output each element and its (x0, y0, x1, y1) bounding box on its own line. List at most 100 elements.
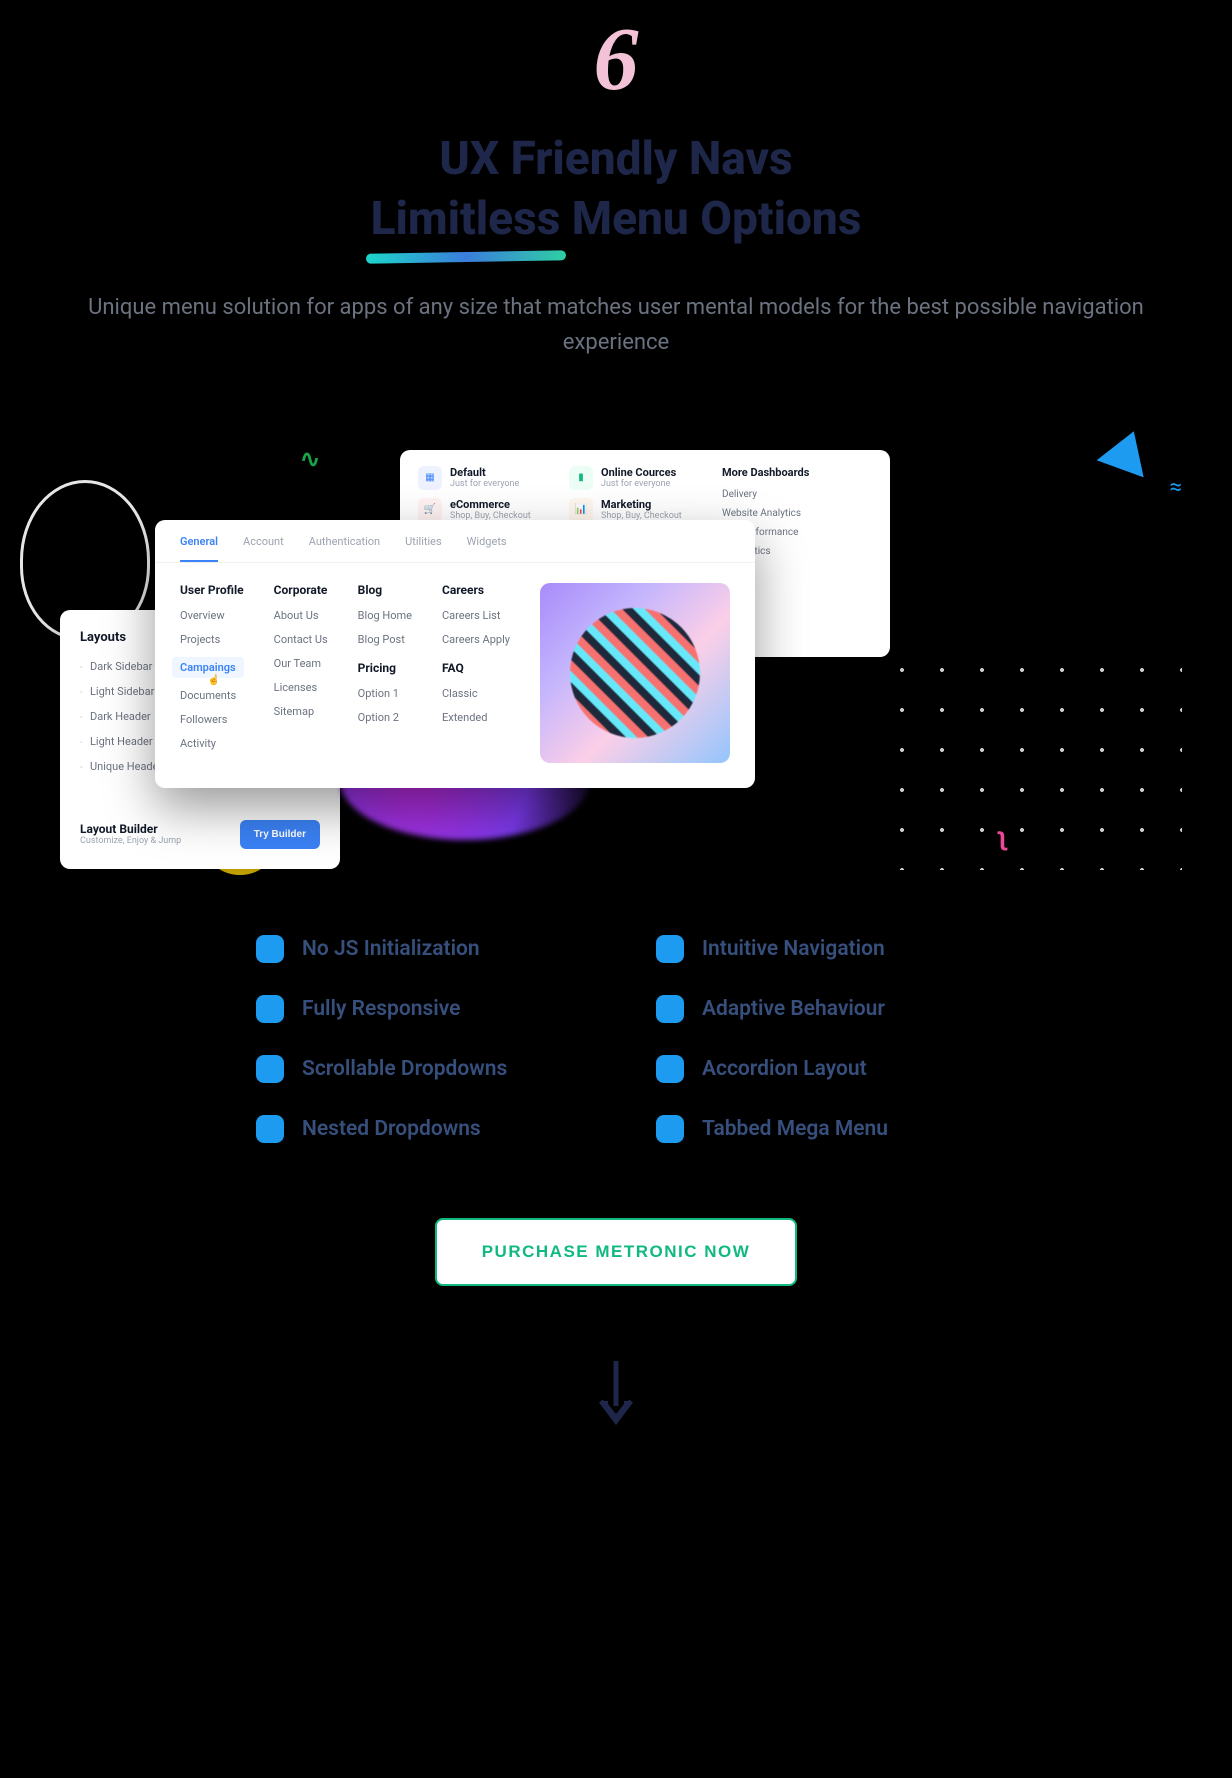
feature-item: No JS Initialization (256, 935, 576, 963)
hero-title-line1: UX Friendly Navs (0, 130, 1232, 190)
col-title: Corporate (274, 583, 328, 597)
dashboard-item-sub: Just for everyone (450, 479, 519, 489)
squiggle-green-decoration (300, 445, 330, 465)
feature-item: Intuitive Navigation (656, 935, 976, 963)
mega-menu-item[interactable]: Projects (180, 633, 244, 646)
feature-item: Accordion Layout (656, 1055, 976, 1083)
mega-menu-tab[interactable]: General (180, 535, 218, 562)
feature-label: Fully Responsive (302, 997, 460, 1021)
dashboard-item-title: eCommerce (450, 498, 531, 511)
more-dashboards-title: More Dashboards (722, 466, 872, 479)
mega-menu-item[interactable]: Activity (180, 737, 244, 750)
check-icon (656, 935, 684, 963)
mega-menu-tab[interactable]: Widgets (467, 535, 507, 562)
layout-option[interactable]: Dark Header (80, 710, 162, 723)
hero-title-highlight: Limitless (371, 190, 561, 250)
hero-title-rest: Menu Options (560, 192, 861, 246)
mega-menu-item[interactable]: Licenses (274, 681, 328, 694)
feature-label: Tabbed Mega Menu (702, 1117, 888, 1141)
mega-menu-col-corporate: Corporate About Us Contact Us Our Team Lice… (274, 583, 328, 763)
layout-option[interactable]: Light Header (80, 735, 162, 748)
dashboard-item-marketing[interactable]: 📊 Marketing Shop, Buy, Checkout (569, 498, 710, 522)
triangle-decoration (1097, 423, 1158, 478)
layout-builder-title: Layout Builder (80, 822, 181, 836)
col-title: Careers (442, 583, 510, 597)
chart-icon: ▮ (569, 466, 593, 490)
sphere-graphic (570, 608, 700, 738)
mega-menu-item[interactable]: About Us (274, 609, 328, 622)
feature-label: Nested Dropdowns (302, 1117, 481, 1141)
dashboard-item-title: Marketing (601, 498, 682, 511)
dashboard-item-default[interactable]: ▦ Default Just for everyone (418, 466, 559, 490)
mega-menu-item[interactable]: Option 1 (358, 687, 412, 700)
feature-item: Adaptive Behaviour (656, 995, 976, 1023)
hero-title: UX Friendly Navs Limitless Menu Options (0, 130, 1232, 250)
mega-menu-item[interactable]: Sitemap (274, 705, 328, 718)
dashboard-link[interactable]: Delivery (722, 489, 872, 500)
arrow-down-icon (0, 1356, 1232, 1440)
dashboard-item-ecommerce[interactable]: 🛒 eCommerce Shop, Buy, Checkout (418, 498, 559, 522)
check-icon (256, 1115, 284, 1143)
mega-menu-tab[interactable]: Authentication (309, 535, 380, 562)
features-grid: No JS Initialization Intuitive Navigation… (256, 935, 976, 1143)
check-icon (256, 935, 284, 963)
layout-builder-sub: Customize, Enjoy & Jump (80, 836, 181, 846)
feature-label: Adaptive Behaviour (702, 997, 885, 1021)
mega-menu-item[interactable]: Extended (442, 711, 510, 724)
mega-menu-preview-image (540, 583, 730, 763)
col-title: FAQ (442, 661, 510, 675)
preview-area: ▦ Default Just for everyone ▮ Online Cou… (0, 420, 1232, 860)
section-number: 6 (0, 0, 1232, 105)
mega-menu-item[interactable]: Campaings (172, 657, 244, 678)
col-title: Pricing (358, 661, 412, 675)
layout-option[interactable]: Dark Sidebar (80, 660, 162, 673)
feature-label: No JS Initialization (302, 937, 480, 961)
col-title: Blog (358, 583, 412, 597)
mega-menu-item[interactable]: Option 2 (358, 711, 412, 724)
mega-menu-panel: General Account Authentication Utilities Wid… (155, 520, 755, 788)
dashboard-item-courses[interactable]: ▮ Online Cources Just for everyone (569, 466, 710, 490)
dots-decoration (882, 650, 1182, 870)
mega-menu-item[interactable]: Careers List (442, 609, 510, 622)
col-title: User Profile (180, 583, 244, 597)
feature-item: Fully Responsive (256, 995, 576, 1023)
mega-menu-item[interactable]: Contact Us (274, 633, 328, 646)
cart-icon: 🛒 (418, 498, 442, 522)
check-icon (656, 1055, 684, 1083)
check-icon (656, 995, 684, 1023)
dashboard-item-title: Online Cources (601, 466, 676, 479)
try-builder-button[interactable]: Try Builder (240, 820, 320, 849)
feature-item: Tabbed Mega Menu (656, 1115, 976, 1143)
hero-subtitle: Unique menu solution for apps of any siz… (0, 290, 1232, 360)
mega-menu-tab[interactable]: Account (243, 535, 284, 562)
mega-menu-item[interactable]: Overview (180, 609, 244, 622)
layout-option[interactable]: Unique Header (80, 760, 162, 773)
hero-title-line2: Limitless Menu Options (0, 190, 1232, 250)
feature-label: Intuitive Navigation (702, 937, 885, 961)
feature-label: Scrollable Dropdowns (302, 1057, 507, 1081)
stats-icon: 📊 (569, 498, 593, 522)
check-icon (256, 1055, 284, 1083)
mega-menu-item[interactable]: Our Team (274, 657, 328, 670)
mega-menu-tab[interactable]: Utilities (405, 535, 442, 562)
mega-menu-tabs: General Account Authentication Utilities Wid… (155, 520, 755, 563)
feature-label: Accordion Layout (702, 1057, 867, 1081)
purchase-button[interactable]: PURCHASE METRONIC NOW (435, 1218, 798, 1286)
mega-menu-item[interactable]: Blog Post (358, 633, 412, 646)
feature-item: Nested Dropdowns (256, 1115, 576, 1143)
mega-menu-item[interactable]: Blog Home (358, 609, 412, 622)
layout-option[interactable]: Light Sidebar (80, 685, 162, 698)
mega-menu-col-blog-pricing: Blog Blog Home Blog Post Pricing Option 1… (358, 583, 412, 763)
check-icon (256, 995, 284, 1023)
mega-menu-col-careers-faq: Careers Careers List Careers Apply FAQ Cl… (442, 583, 510, 763)
mega-menu-col-profile: User Profile OverviewProjectsCampaingsDo… (180, 583, 244, 763)
grid-icon: ▦ (418, 466, 442, 490)
dashboard-item-title: Default (450, 466, 519, 479)
mega-menu-item[interactable]: Documents (180, 689, 244, 702)
mega-menu-item[interactable]: Followers (180, 713, 244, 726)
mega-menu-item[interactable]: Classic (442, 687, 510, 700)
mega-menu-item[interactable]: Careers Apply (442, 633, 510, 646)
check-icon (656, 1115, 684, 1143)
dashboard-link[interactable]: Website Analytics (722, 508, 872, 519)
squiggle-pink-decoration (998, 821, 1007, 852)
